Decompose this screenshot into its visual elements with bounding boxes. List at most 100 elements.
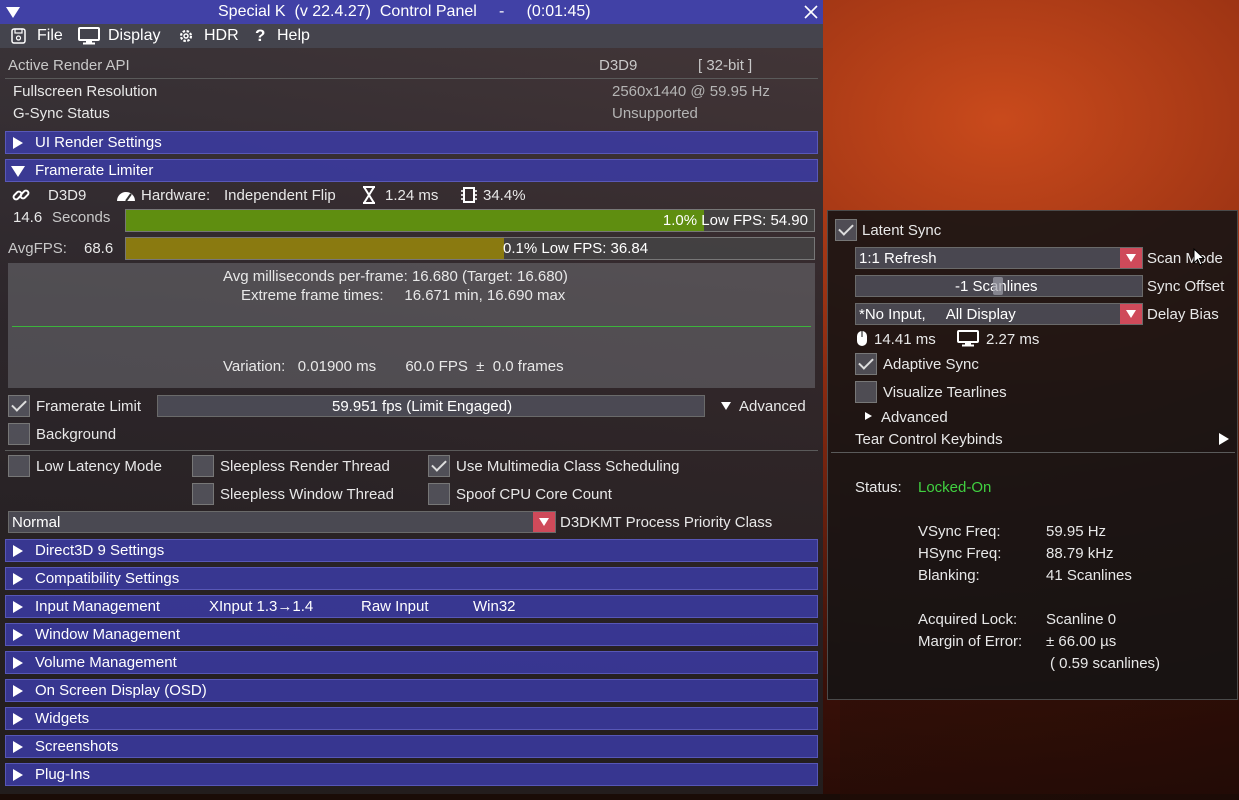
gsync-value: Unsupported bbox=[612, 105, 698, 122]
section-d3d9[interactable]: Direct3D 9 Settings bbox=[5, 539, 818, 562]
scan-mode-label: Scan Mode bbox=[1147, 250, 1223, 267]
section-framerate-limiter[interactable]: Framerate Limiter bbox=[5, 159, 818, 182]
dropdown-arrow-icon[interactable] bbox=[1120, 304, 1142, 324]
section-ui-render[interactable]: UI Render Settings bbox=[5, 131, 818, 154]
margin-error-value: ± 66.00 µs bbox=[1046, 633, 1117, 650]
mouse-icon bbox=[857, 331, 867, 346]
speedometer-icon bbox=[117, 192, 135, 202]
dropdown-arrow-icon[interactable] bbox=[1120, 248, 1142, 268]
sync-offset-label: Sync Offset bbox=[1147, 278, 1225, 295]
section-input[interactable]: Input Management XInput 1.3→1.4 Raw Inpu… bbox=[5, 595, 818, 618]
advanced-toggle[interactable]: Advanced bbox=[739, 398, 806, 415]
expand-icon[interactable] bbox=[865, 412, 872, 420]
resolution-value: 2560x1440 @ 59.95 Hz bbox=[612, 83, 770, 100]
adaptive-sync-checkbox[interactable] bbox=[855, 353, 877, 375]
section-window[interactable]: Window Management bbox=[5, 623, 818, 646]
control-panel: Special K (v 22.4.27) Control Panel - (0… bbox=[0, 0, 823, 794]
divider bbox=[5, 450, 818, 451]
section-osd[interactable]: On Screen Display (OSD) bbox=[5, 679, 818, 702]
close-icon[interactable] bbox=[804, 5, 818, 19]
advanced-toggle-icon[interactable] bbox=[721, 402, 731, 410]
cpu-value: 34.4% bbox=[483, 187, 526, 204]
input-tag-win32: Win32 bbox=[473, 598, 516, 615]
priority-dropdown[interactable]: Normal bbox=[8, 511, 556, 533]
framerate-limit-checkbox[interactable] bbox=[8, 395, 30, 417]
sleepless-render-checkbox[interactable] bbox=[192, 455, 214, 477]
framerate-limit-label: Framerate Limit bbox=[36, 398, 142, 415]
seconds-label: Seconds bbox=[52, 209, 111, 226]
link-icon bbox=[12, 189, 30, 201]
low-fps-01-text: 0.1% Low FPS: 36.84 bbox=[503, 240, 649, 257]
section-label: Framerate Limiter bbox=[35, 162, 154, 179]
window-title: Special K (v 22.4.27) Control Panel - (0… bbox=[218, 3, 591, 20]
latency-value: 1.24 ms bbox=[385, 187, 439, 204]
tear-keybinds-label[interactable]: Tear Control Keybinds bbox=[855, 431, 1003, 448]
framerate-limit-slider[interactable]: 59.951 fps (Limit Engaged) bbox=[157, 395, 705, 417]
menu-help[interactable]: Help bbox=[277, 27, 310, 45]
margin-error-label: Margin of Error: bbox=[918, 633, 1023, 650]
active-api-label: Active Render API bbox=[8, 57, 130, 74]
delay-bias-dropdown[interactable]: *No Input, All Display bbox=[855, 303, 1143, 325]
section-screenshots[interactable]: Screenshots bbox=[5, 735, 818, 758]
menu-file[interactable]: File bbox=[37, 27, 63, 45]
menu-hdr[interactable]: HDR bbox=[204, 27, 239, 45]
blanking-value: 41 Scanlines bbox=[1046, 567, 1132, 584]
delay-bias-label: Delay Bias bbox=[1147, 306, 1219, 323]
sync-offset-slider[interactable]: -1 Scanlines bbox=[855, 275, 1143, 297]
visualize-tearlines-checkbox[interactable] bbox=[855, 381, 877, 403]
monitor-icon bbox=[78, 27, 100, 45]
latent-sync-checkbox[interactable] bbox=[835, 219, 857, 241]
scan-mode-dropdown[interactable]: 1:1 Refresh bbox=[855, 247, 1143, 269]
acquired-lock-label: Acquired Lock: bbox=[918, 611, 1018, 628]
limiter-api: D3D9 bbox=[48, 187, 87, 204]
section-label: Widgets bbox=[35, 710, 90, 727]
latent-advanced-toggle[interactable]: Advanced bbox=[881, 409, 948, 426]
priority-label: D3DKMT Process Priority Class bbox=[560, 514, 773, 531]
hsync-label: HSync Freq: bbox=[918, 545, 1002, 562]
adaptive-sync-label: Adaptive Sync bbox=[883, 356, 979, 373]
section-plugins[interactable]: Plug-Ins bbox=[5, 763, 818, 786]
variation-text: Variation: 0.01900 ms 60.0 FPS ± 0.0 fra… bbox=[223, 358, 564, 375]
background-checkbox[interactable] bbox=[8, 423, 30, 445]
extreme-text: Extreme frame times: 16.671 min, 16.690 … bbox=[241, 287, 566, 304]
section-volume[interactable]: Volume Management bbox=[5, 651, 818, 674]
low-fps-01-bar: 0.1% Low FPS: 36.84 bbox=[125, 237, 815, 260]
api-bits: [ 32-bit ] bbox=[698, 57, 753, 74]
sleepless-window-label: Sleepless Window Thread bbox=[220, 486, 394, 503]
avgfps-value: 68.6 bbox=[84, 240, 114, 257]
expand-icon bbox=[13, 657, 23, 669]
collapse-icon[interactable] bbox=[6, 7, 20, 18]
spoof-cpu-checkbox[interactable] bbox=[428, 483, 450, 505]
section-label: Input Management bbox=[35, 598, 161, 615]
menu-display[interactable]: Display bbox=[108, 27, 160, 45]
divider bbox=[5, 78, 818, 79]
hardware-value: Independent Flip bbox=[224, 187, 336, 204]
section-widgets[interactable]: Widgets bbox=[5, 707, 818, 730]
input-latency: 14.41 ms bbox=[874, 331, 936, 348]
menu-bar: File Display HDR ? Help bbox=[0, 24, 823, 48]
mmcss-checkbox[interactable] bbox=[428, 455, 450, 477]
sleepless-window-checkbox[interactable] bbox=[192, 483, 214, 505]
acquired-lock-value: Scanline 0 bbox=[1046, 611, 1117, 628]
priority-value: Normal bbox=[12, 514, 61, 531]
display-latency: 2.27 ms bbox=[986, 331, 1040, 348]
active-api-value: D3D9 bbox=[599, 57, 638, 74]
expand-icon bbox=[13, 545, 23, 557]
submenu-arrow-icon[interactable] bbox=[1219, 433, 1229, 445]
seconds-value: 14.6 bbox=[13, 209, 43, 226]
section-compatibility[interactable]: Compatibility Settings bbox=[5, 567, 818, 590]
sleepless-render-label: Sleepless Render Thread bbox=[220, 458, 390, 475]
low-latency-checkbox[interactable] bbox=[8, 455, 30, 477]
vsync-value: 59.95 Hz bbox=[1046, 523, 1107, 540]
title-bar[interactable]: Special K (v 22.4.27) Control Panel - (0… bbox=[0, 0, 823, 24]
slider-handle[interactable] bbox=[993, 277, 1003, 295]
resolution-label: Fullscreen Resolution bbox=[13, 83, 158, 100]
expand-icon bbox=[13, 685, 23, 697]
low-fps-1-text: 1.0% Low FPS: 54.90 bbox=[662, 212, 808, 229]
monitor-icon bbox=[957, 330, 979, 347]
dropdown-arrow-icon[interactable] bbox=[533, 512, 555, 532]
blanking-label: Blanking: bbox=[918, 567, 980, 584]
expand-icon bbox=[13, 629, 23, 641]
delay-bias-value: *No Input, All Display bbox=[859, 306, 1016, 323]
section-label: Direct3D 9 Settings bbox=[35, 542, 165, 559]
